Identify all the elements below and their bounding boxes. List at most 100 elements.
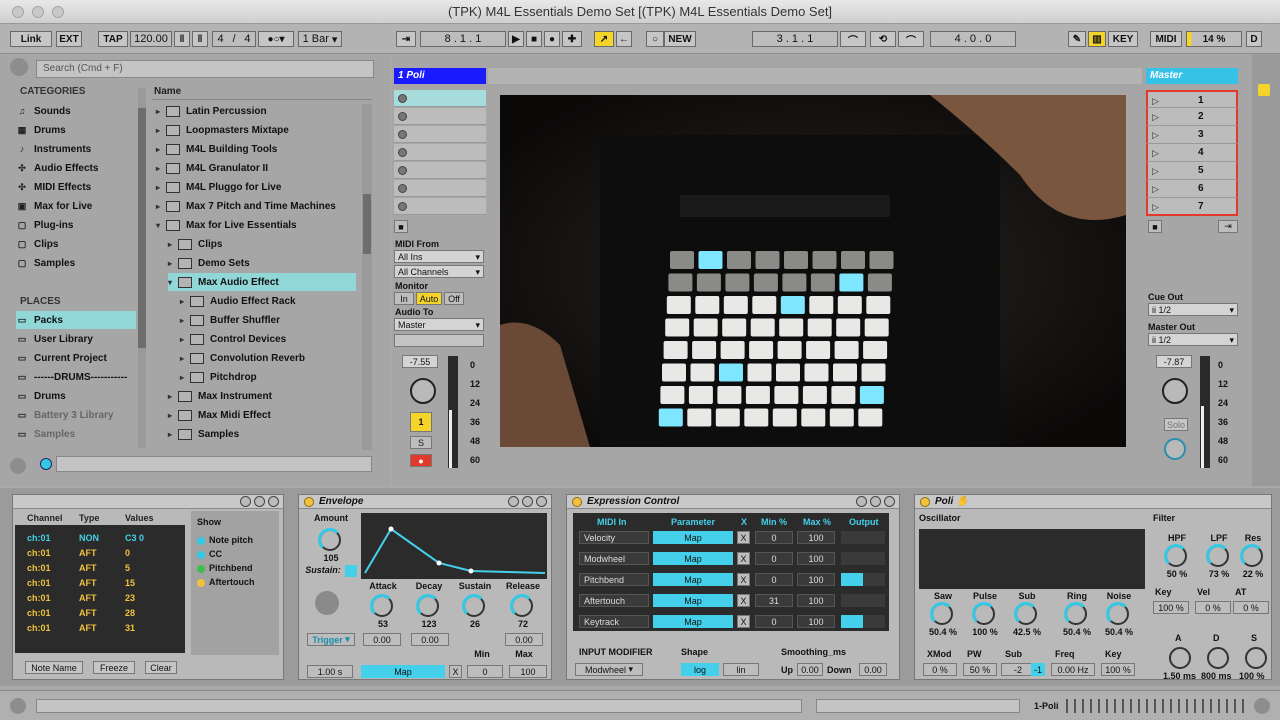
master-solo-button[interactable]: Solo bbox=[1164, 418, 1188, 431]
midi-in-dropdown[interactable]: Pitchbend bbox=[579, 573, 649, 586]
disclosure-icon[interactable]: ▸ bbox=[180, 297, 190, 306]
file-item[interactable]: ▸ Latin Percussion bbox=[156, 102, 356, 120]
poli-knob[interactable] bbox=[1206, 544, 1230, 568]
clear-button[interactable]: Clear bbox=[145, 661, 177, 674]
tempo-field[interactable]: 120.00 bbox=[130, 31, 172, 47]
parameter-map-button[interactable]: Map bbox=[653, 552, 733, 565]
modifier-dropdown[interactable]: Modwheel ▾ bbox=[575, 663, 643, 676]
device-hotswap-icon[interactable] bbox=[870, 496, 881, 507]
punch-in-icon[interactable]: ⌒ bbox=[840, 31, 866, 47]
master-track-header[interactable]: Master bbox=[1146, 68, 1238, 84]
midi-in-dropdown[interactable]: Aftertouch bbox=[579, 594, 649, 607]
trigger-dropdown[interactable]: Trigger ▾ bbox=[307, 633, 355, 646]
env-field-3[interactable]: 0.00 bbox=[505, 633, 543, 646]
device-fold-icon[interactable] bbox=[240, 496, 251, 507]
follow-icon[interactable]: ⇥ bbox=[396, 31, 416, 47]
min-field[interactable]: 31 bbox=[755, 594, 793, 607]
sub-octave-field[interactable]: -1 bbox=[1031, 663, 1045, 676]
loop-switch-icon[interactable]: ⟲ bbox=[870, 31, 896, 47]
envelope-power-icon[interactable] bbox=[304, 497, 314, 507]
device-edit-icon[interactable] bbox=[884, 496, 895, 507]
env-field-1[interactable]: 0.00 bbox=[363, 633, 401, 646]
category-item[interactable]: ♫ Sounds bbox=[16, 102, 136, 120]
scene-play-icon[interactable]: ▷ bbox=[1152, 166, 1159, 177]
poli-knob[interactable] bbox=[930, 602, 954, 626]
stop-icon[interactable]: ■ bbox=[526, 31, 542, 47]
category-item[interactable]: ▢ Plug-ins bbox=[16, 216, 136, 234]
scene-launch-icon[interactable]: ⇥ bbox=[1218, 220, 1238, 233]
arm-button[interactable]: ● bbox=[410, 454, 432, 467]
poli-knob[interactable] bbox=[972, 602, 996, 626]
amount-knob[interactable] bbox=[318, 528, 342, 552]
solo-button[interactable]: S bbox=[410, 436, 432, 449]
category-item[interactable]: ▢ Samples bbox=[16, 254, 136, 272]
device-fold-icon[interactable] bbox=[856, 496, 867, 507]
track-pan-knob[interactable] bbox=[410, 378, 436, 404]
attack-knob[interactable] bbox=[370, 594, 394, 618]
max-field[interactable]: 100 bbox=[797, 531, 835, 544]
file-item[interactable]: ▸ Buffer Shuffler bbox=[180, 311, 356, 329]
poli-knob[interactable] bbox=[1164, 544, 1188, 568]
file-item[interactable]: ▸ M4L Granulator II bbox=[156, 159, 356, 177]
max-field[interactable]: 100 bbox=[797, 573, 835, 586]
scene-launch-slot[interactable]: ▷ 3 bbox=[1146, 126, 1238, 144]
clip-record-icon[interactable] bbox=[398, 202, 407, 211]
shape-log-button[interactable]: log bbox=[681, 663, 719, 676]
groove-pool-icon[interactable] bbox=[10, 458, 26, 474]
clip-record-icon[interactable] bbox=[398, 130, 407, 139]
tap-tempo-button[interactable]: TAP bbox=[98, 31, 128, 47]
file-item[interactable]: ▸ Demo Sets bbox=[168, 254, 356, 272]
monitor-auto-button[interactable]: Auto bbox=[416, 292, 442, 305]
midi-in-dropdown[interactable]: Modwheel bbox=[579, 552, 649, 565]
disclosure-icon[interactable]: ▸ bbox=[180, 373, 190, 382]
up-field[interactable]: 0.00 bbox=[797, 663, 823, 676]
poli-knob[interactable] bbox=[1240, 544, 1264, 568]
disclosure-icon[interactable]: ▸ bbox=[168, 259, 178, 268]
unmap-button[interactable]: X bbox=[737, 531, 750, 544]
nudge-up-icon[interactable]: ‖ bbox=[192, 31, 208, 47]
time-field[interactable]: 1.00 s bbox=[307, 665, 353, 678]
clip-slot[interactable] bbox=[394, 126, 486, 143]
name-column-header[interactable]: Name bbox=[152, 84, 372, 100]
show-option-dot[interactable] bbox=[197, 565, 205, 573]
master-out-dropdown[interactable]: ii 1/2 ▾ bbox=[1148, 333, 1238, 346]
metronome-icon[interactable]: ●○▾ bbox=[258, 31, 294, 47]
disclosure-icon[interactable]: ▸ bbox=[156, 145, 166, 154]
device-edit-icon[interactable] bbox=[268, 496, 279, 507]
monitor-off-button[interactable]: Off bbox=[444, 292, 464, 305]
file-item[interactable]: ▸ Loopmasters Mixtape bbox=[156, 121, 356, 139]
device-hotswap-icon[interactable] bbox=[522, 496, 533, 507]
disclosure-icon[interactable]: ▸ bbox=[168, 411, 178, 420]
disclosure-icon[interactable]: ▸ bbox=[168, 392, 178, 401]
nudge-down-icon[interactable]: ‖ bbox=[174, 31, 190, 47]
disclosure-icon[interactable]: ▸ bbox=[156, 107, 166, 116]
decay-knob[interactable] bbox=[416, 594, 440, 618]
file-list-scrollbar[interactable] bbox=[362, 104, 372, 450]
category-item[interactable]: ✣ Audio Effects bbox=[16, 159, 136, 177]
parameter-map-button[interactable]: Map bbox=[653, 573, 733, 586]
back-to-arrangement-icon[interactable]: ← bbox=[616, 31, 632, 47]
clip-slot[interactable] bbox=[394, 198, 486, 215]
expression-power-icon[interactable] bbox=[572, 497, 582, 507]
draw-mode-icon[interactable]: ✎ bbox=[1068, 31, 1086, 47]
clip-record-icon[interactable] bbox=[398, 184, 407, 193]
stop-all-clips-icon[interactable]: ■ bbox=[1148, 220, 1162, 233]
disclosure-icon[interactable]: ▾ bbox=[156, 221, 166, 230]
midi-in-dropdown[interactable]: Keytrack bbox=[579, 615, 649, 628]
file-item[interactable]: ▸ Audio Effect Rack bbox=[180, 292, 356, 310]
category-item[interactable]: ▦ Drums bbox=[16, 121, 136, 139]
file-item[interactable]: ▸ Convolution Reverb bbox=[180, 349, 356, 367]
env-field-2[interactable]: 0.00 bbox=[411, 633, 449, 646]
map-button[interactable]: Map bbox=[361, 665, 445, 678]
preview-bar[interactable] bbox=[56, 456, 372, 472]
poli-param-field[interactable]: 50 % bbox=[963, 663, 997, 676]
min-field[interactable]: 0 bbox=[755, 552, 793, 565]
max-field[interactable]: 100 bbox=[797, 615, 835, 628]
play-icon[interactable]: ▶ bbox=[508, 31, 524, 47]
disclosure-icon[interactable]: ▸ bbox=[168, 240, 178, 249]
category-item[interactable]: ▣ Max for Live bbox=[16, 197, 136, 215]
clip-record-icon[interactable] bbox=[398, 166, 407, 175]
unmap-button[interactable]: X bbox=[737, 552, 750, 565]
status-toggle-icon[interactable] bbox=[10, 698, 26, 714]
category-item[interactable]: ▢ Clips bbox=[16, 235, 136, 253]
